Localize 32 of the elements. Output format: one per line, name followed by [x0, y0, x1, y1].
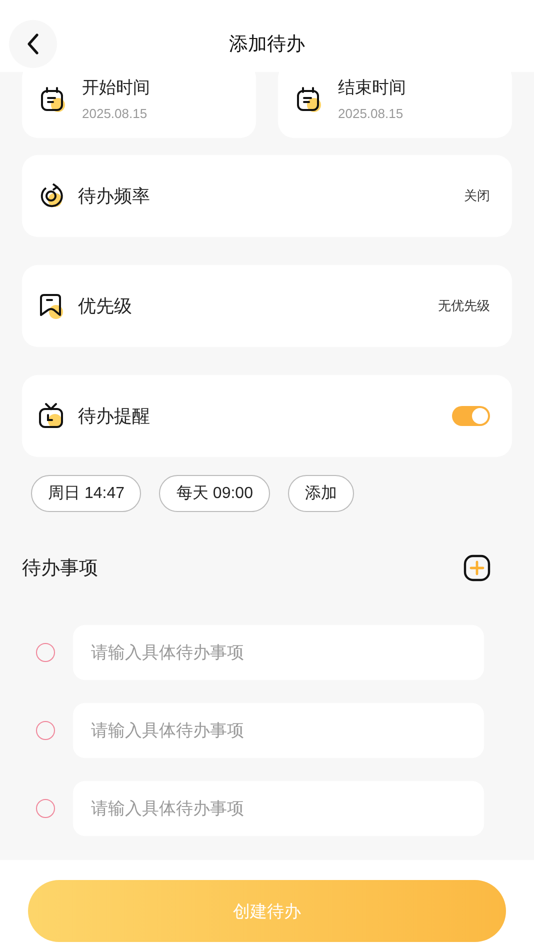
setting-label: 待办提醒: [78, 405, 151, 428]
section-title: 待办事项: [22, 556, 98, 581]
todo-input[interactable]: 请输入具体待办事项: [73, 781, 484, 836]
todo-checkbox[interactable]: [36, 643, 55, 662]
reminder-toggle[interactable]: [452, 406, 490, 426]
setting-value: 无优先级: [438, 298, 490, 315]
setting-value: 关闭: [464, 188, 490, 205]
todo-checkbox[interactable]: [36, 721, 55, 740]
todo-input[interactable]: 请输入具体待办事项: [73, 625, 484, 680]
setting-card[interactable]: 待办提醒: [22, 375, 512, 457]
reminder-chip[interactable]: 周日 14:47: [31, 475, 142, 512]
todo-input[interactable]: 请输入具体待办事项: [73, 703, 484, 758]
date-label: 开始时间: [82, 77, 150, 100]
date-card[interactable]: 开始时间 2025.08.15: [22, 72, 256, 138]
back-icon: [26, 33, 40, 55]
todo-checkbox[interactable]: [36, 799, 55, 818]
setting-label: 待办频率: [78, 185, 151, 208]
date-value: 2025.08.15: [338, 105, 404, 123]
back-button[interactable]: [9, 20, 57, 68]
setting-card[interactable]: 待办频率 关闭: [22, 155, 512, 237]
date-label: 结束时间: [338, 77, 406, 100]
setting-card[interactable]: 优先级 无优先级: [22, 265, 512, 347]
calendar-icon: [38, 85, 68, 115]
tv-clock-icon: [36, 401, 66, 431]
date-value: 2025.08.15: [82, 105, 148, 123]
date-card[interactable]: 结束时间 2025.08.15: [278, 72, 512, 138]
reminder-chip[interactable]: 添加: [288, 475, 354, 512]
page-title: 添加待办: [229, 32, 305, 57]
reminder-chip[interactable]: 每天 09:00: [159, 475, 270, 512]
setting-label: 优先级: [78, 295, 133, 318]
calendar-icon: [294, 85, 324, 115]
add-icon[interactable]: [463, 554, 491, 582]
